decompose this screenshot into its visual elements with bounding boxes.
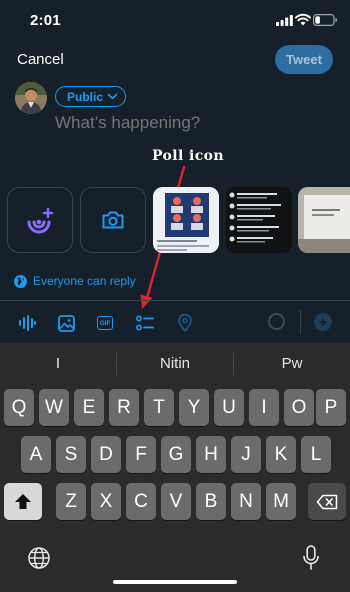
status-bar: 2:01 bbox=[0, 0, 350, 40]
shift-key[interactable] bbox=[4, 483, 42, 520]
key[interactable]: I bbox=[249, 389, 279, 426]
globe-icon[interactable] bbox=[27, 546, 51, 570]
home-indicator[interactable] bbox=[113, 580, 237, 584]
divider bbox=[0, 300, 350, 301]
key[interactable]: C bbox=[126, 483, 156, 520]
image-icon bbox=[57, 314, 75, 332]
key[interactable]: B bbox=[196, 483, 226, 520]
key[interactable]: E bbox=[74, 389, 104, 426]
reply-settings-button[interactable]: Everyone can reply bbox=[14, 274, 136, 288]
toolbar-divider bbox=[300, 310, 301, 334]
suggestion-1[interactable]: I bbox=[0, 343, 116, 383]
key[interactable]: J bbox=[231, 436, 261, 473]
poll-button[interactable] bbox=[135, 313, 155, 333]
key[interactable]: S bbox=[56, 436, 86, 473]
wifi-icon bbox=[295, 13, 311, 26]
recent-photo-thumbnail[interactable] bbox=[298, 187, 350, 253]
spaces-button[interactable] bbox=[17, 313, 37, 333]
avatar-photo bbox=[15, 82, 47, 114]
suggestion-2[interactable]: Nitin bbox=[117, 343, 233, 383]
key[interactable]: N bbox=[231, 483, 261, 520]
key[interactable]: D bbox=[91, 436, 121, 473]
camera-icon bbox=[102, 211, 124, 229]
chevron-down-icon bbox=[107, 93, 118, 100]
poll-icon-annotation: Poll icon bbox=[152, 148, 224, 164]
thumbnail-image bbox=[298, 187, 350, 253]
key[interactable]: R bbox=[109, 389, 139, 426]
key[interactable]: G bbox=[161, 436, 191, 473]
backspace-icon bbox=[316, 494, 338, 509]
key[interactable]: K bbox=[266, 436, 296, 473]
image-button[interactable] bbox=[56, 313, 76, 333]
cellular-signal-icon bbox=[276, 15, 293, 26]
key[interactable]: Z bbox=[56, 483, 86, 520]
key[interactable]: W bbox=[39, 389, 69, 426]
battery-icon bbox=[313, 14, 337, 26]
audio-plus-icon bbox=[27, 207, 54, 234]
keyboard: I Nitin Pw Q W E R T Y U I O P A S D F G… bbox=[0, 343, 350, 592]
recent-photo-thumbnail[interactable] bbox=[153, 187, 219, 253]
shift-arrow-icon bbox=[15, 494, 31, 509]
suggestion-3[interactable]: Pw bbox=[234, 343, 350, 383]
compose-tweet-input[interactable] bbox=[55, 113, 315, 133]
key[interactable]: V bbox=[161, 483, 191, 520]
key[interactable]: U bbox=[214, 389, 244, 426]
avatar[interactable] bbox=[15, 82, 47, 114]
thumbnail-image bbox=[153, 187, 219, 253]
voice-tweet-button[interactable] bbox=[7, 187, 73, 253]
key[interactable]: A bbox=[21, 436, 51, 473]
gif-icon: GIF bbox=[97, 316, 113, 330]
key[interactable]: O bbox=[284, 389, 314, 426]
poll-icon bbox=[136, 315, 154, 331]
key[interactable]: M bbox=[266, 483, 296, 520]
key[interactable]: L bbox=[301, 436, 331, 473]
key[interactable]: F bbox=[126, 436, 156, 473]
key[interactable]: X bbox=[91, 483, 121, 520]
recent-photo-thumbnail[interactable] bbox=[226, 187, 292, 253]
location-icon bbox=[178, 314, 192, 332]
cancel-button[interactable]: Cancel bbox=[17, 51, 64, 68]
audio-space-icon bbox=[19, 315, 36, 331]
key[interactable]: Y bbox=[179, 389, 209, 426]
tweet-button[interactable]: Tweet bbox=[275, 45, 333, 74]
audience-selector[interactable]: Public bbox=[55, 86, 127, 107]
camera-button[interactable] bbox=[80, 187, 146, 253]
delete-key[interactable] bbox=[308, 483, 346, 520]
character-count-indicator bbox=[268, 313, 285, 330]
microphone-icon[interactable] bbox=[303, 545, 319, 571]
key[interactable]: Q bbox=[4, 389, 34, 426]
gif-button[interactable]: GIF bbox=[95, 313, 115, 333]
key[interactable]: H bbox=[196, 436, 226, 473]
key[interactable]: T bbox=[144, 389, 174, 426]
thumbnail-image bbox=[226, 187, 292, 253]
globe-icon bbox=[14, 274, 27, 288]
location-button[interactable] bbox=[175, 313, 195, 333]
add-tweet-button[interactable]: + bbox=[314, 313, 332, 331]
key[interactable]: P bbox=[316, 389, 346, 426]
status-time: 2:01 bbox=[30, 12, 61, 29]
plus-icon: + bbox=[318, 313, 328, 331]
audience-label: Public bbox=[67, 89, 104, 104]
reply-settings-label: Everyone can reply bbox=[33, 274, 136, 288]
